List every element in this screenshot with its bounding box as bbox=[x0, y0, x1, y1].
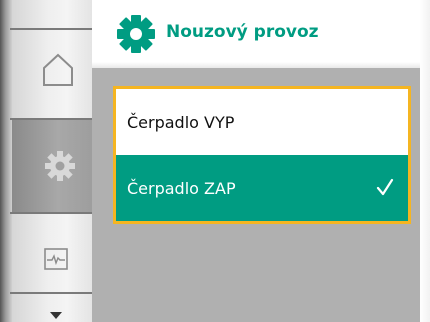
option-pump-off[interactable]: Čerpadlo VYP bbox=[116, 89, 408, 155]
drum-item-home[interactable] bbox=[12, 30, 104, 118]
option-label: Čerpadlo VYP bbox=[127, 112, 235, 132]
gear-icon bbox=[45, 151, 75, 181]
option-pump-on[interactable]: Čerpadlo ZAP bbox=[116, 155, 408, 221]
chevron-down-icon bbox=[50, 312, 62, 319]
right-edge bbox=[420, 0, 430, 322]
gear-icon bbox=[117, 15, 155, 53]
navigation-drum[interactable] bbox=[0, 0, 104, 322]
home-icon bbox=[43, 53, 73, 86]
drum-rim bbox=[8, 0, 104, 30]
page-title: Nouzový provoz bbox=[166, 22, 319, 42]
drum-item-settings[interactable] bbox=[12, 120, 104, 212]
pulse-chart-icon bbox=[44, 248, 68, 270]
drum-divider bbox=[10, 292, 104, 294]
drum-edge bbox=[0, 0, 12, 322]
option-list: Čerpadlo VYP Čerpadlo ZAP bbox=[113, 86, 411, 224]
option-label: Čerpadlo ZAP bbox=[127, 178, 236, 198]
title-bar: Nouzový provoz bbox=[92, 0, 430, 68]
checkmark-icon bbox=[376, 178, 394, 196]
drum-item-diagnostics[interactable] bbox=[12, 214, 104, 292]
